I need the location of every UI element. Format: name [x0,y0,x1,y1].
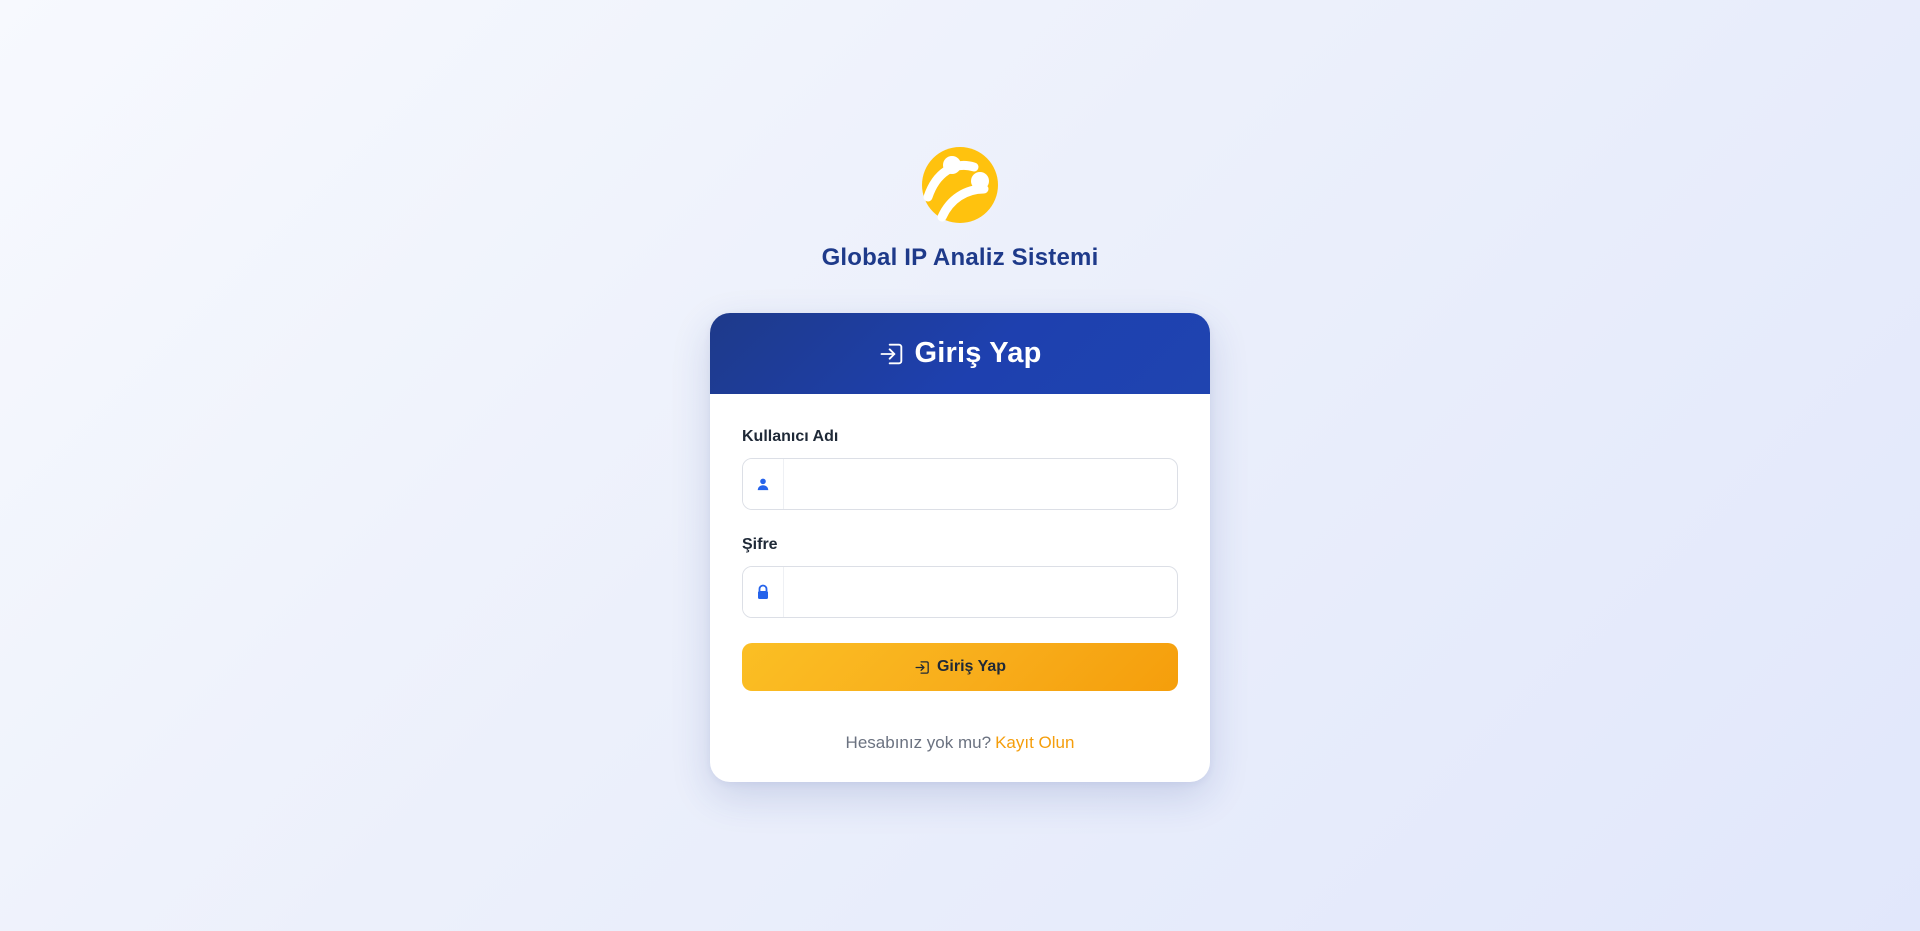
logo-container [0,145,1920,230]
password-input-group [742,566,1178,618]
login-icon [914,659,931,676]
login-form: Kullanıcı Adı Şifre Giriş Yap Hesabınız … [710,394,1210,753]
username-label: Kullanıcı Adı [742,428,839,445]
login-card-header: Giriş Yap [710,313,1210,394]
user-icon [743,459,784,509]
login-icon [878,340,906,368]
register-prompt: Hesabınız yok mu? Kayıt Olun [742,733,1178,753]
register-link[interactable]: Kayıt Olun [995,733,1074,752]
username-input[interactable] [784,459,1177,509]
password-input[interactable] [784,567,1177,617]
app-title: Global IP Analiz Sistemi [821,244,1099,271]
login-submit-label: Giriş Yap [936,658,1007,675]
turkcell-logo-icon [922,147,998,223]
login-submit-button[interactable]: Giriş Yap [742,643,1178,691]
login-card: Giriş Yap Kullanıcı Adı Şifre Giriş Yap … [710,313,1210,782]
login-card-title: Giriş Yap [914,337,1042,369]
lock-icon [743,567,784,617]
register-prompt-text: Hesabınız yok mu? [845,733,992,752]
password-label: Şifre [742,536,778,553]
username-input-group [742,458,1178,510]
